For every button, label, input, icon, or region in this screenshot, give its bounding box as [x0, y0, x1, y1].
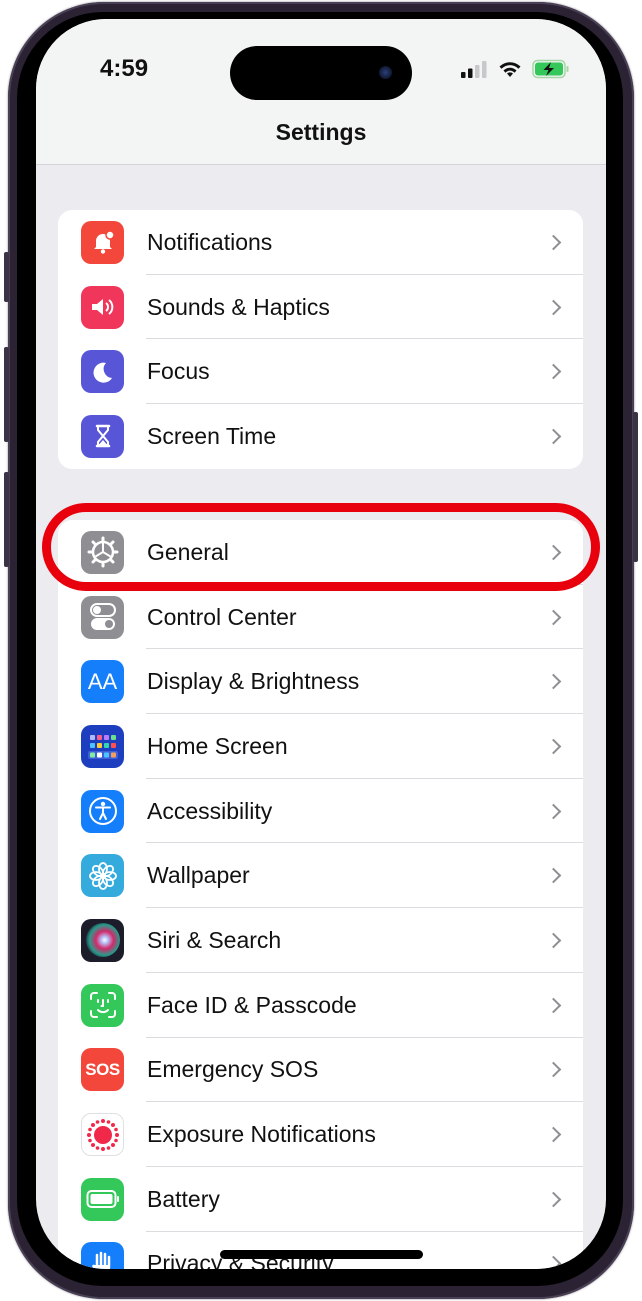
- settings-row-wallpaper[interactable]: Wallpaper: [58, 843, 583, 909]
- settings-row-sounds-haptics[interactable]: Sounds & Haptics: [58, 275, 583, 340]
- siri-orb: [85, 923, 120, 958]
- settings-row-battery[interactable]: Battery: [58, 1167, 583, 1232]
- settings-group-1: Notifications Sounds & Haptics Focus Scr…: [58, 210, 583, 469]
- text-size-icon: AA: [81, 660, 124, 704]
- status-icons: [460, 59, 570, 79]
- row-label: Face ID & Passcode: [147, 991, 357, 1018]
- settings-row-face-id-passcode[interactable]: Face ID & Passcode: [58, 973, 583, 1038]
- chevron-right-icon: [545, 428, 562, 445]
- app-grid-icon: [81, 724, 124, 768]
- settings-row-home-screen[interactable]: Home Screen: [58, 714, 583, 779]
- accessibility-icon: [81, 789, 124, 833]
- settings-group-2: General Control Center AA Display & Brig…: [58, 520, 583, 1269]
- chevron-right-icon: [545, 738, 562, 755]
- row-label: Focus: [147, 358, 210, 385]
- moon-icon: [81, 350, 124, 394]
- exposure-icon: [81, 1113, 124, 1157]
- status-time: 4:59: [100, 55, 149, 82]
- chevron-right-icon: [545, 299, 562, 315]
- settings-row-siri-search[interactable]: Siri & Search: [58, 908, 583, 973]
- chevron-right-icon: [545, 1256, 562, 1269]
- wifi-icon: [499, 62, 521, 77]
- page-title: Settings: [275, 119, 367, 145]
- chevron-right-icon: [545, 673, 562, 690]
- settings-row-accessibility[interactable]: Accessibility: [58, 779, 583, 844]
- speaker-icon: [81, 285, 124, 329]
- settings-row-focus[interactable]: Focus: [58, 339, 583, 405]
- chevron-right-icon: [545, 932, 562, 949]
- action-button: [4, 252, 9, 302]
- hand-icon: [81, 1242, 124, 1269]
- row-label: Siri & Search: [147, 926, 282, 953]
- flower-icon: [81, 854, 124, 898]
- bell-badge-icon: [81, 220, 124, 264]
- row-label: Accessibility: [147, 797, 273, 824]
- toggles-icon: [81, 595, 124, 639]
- chevron-right-icon: [545, 1126, 562, 1143]
- chevron-right-icon: [545, 868, 562, 884]
- gear-icon: [81, 530, 124, 574]
- row-label: Sounds & Haptics: [147, 293, 330, 320]
- row-label: Wallpaper: [147, 862, 250, 889]
- camera-icon: [379, 66, 392, 79]
- row-label: Battery: [147, 1185, 220, 1212]
- home-indicator[interactable]: [220, 1250, 423, 1259]
- navigation-header: 4:59 Settings: [36, 19, 606, 165]
- chevron-right-icon: [545, 1062, 562, 1078]
- chevron-right-icon: [545, 997, 562, 1013]
- volume-down-button: [4, 472, 9, 567]
- dynamic-island: [230, 46, 412, 100]
- battery-charging-icon: [532, 59, 569, 79]
- chevron-right-icon: [545, 363, 562, 380]
- settings-row-control-center[interactable]: Control Center: [58, 585, 583, 650]
- row-label: Display & Brightness: [147, 668, 360, 695]
- chevron-right-icon: [545, 1191, 562, 1207]
- chevron-right-icon: [545, 609, 562, 625]
- row-label: Notifications: [147, 228, 273, 255]
- row-label: Emergency SOS: [147, 1056, 319, 1083]
- row-label: Exposure Notifications: [147, 1121, 376, 1148]
- chevron-right-icon: [545, 234, 562, 251]
- signal-icon: [461, 61, 487, 78]
- text-size-glyph: AA: [87, 668, 118, 694]
- row-label: General: [147, 538, 229, 565]
- row-label: Screen Time: [147, 422, 277, 449]
- face-id-icon: [81, 983, 124, 1027]
- power-button: [633, 412, 638, 562]
- volume-up-button: [4, 347, 9, 442]
- row-label: Home Screen: [147, 732, 288, 759]
- battery-icon: [81, 1177, 124, 1221]
- settings-row-emergency-sos[interactable]: SOS Emergency SOS: [58, 1038, 583, 1103]
- settings-row-notifications[interactable]: Notifications: [58, 210, 583, 275]
- row-label: Control Center: [147, 603, 297, 630]
- siri-icon: [81, 918, 124, 962]
- settings-row-general[interactable]: General: [58, 520, 583, 585]
- settings-row-screen-time[interactable]: Screen Time: [58, 404, 583, 469]
- settings-row-display-brightness[interactable]: AA Display & Brightness: [58, 649, 583, 715]
- sos-icon: SOS: [81, 1048, 124, 1092]
- chevron-right-icon: [545, 803, 562, 819]
- screen: 4:59 Settings Notifications Sounds & Hap…: [36, 19, 606, 1269]
- hourglass-icon: [81, 414, 124, 458]
- settings-row-exposure-notifications[interactable]: Exposure Notifications: [58, 1102, 583, 1167]
- chevron-right-icon: [545, 544, 562, 561]
- sos-glyph: SOS: [85, 1059, 120, 1079]
